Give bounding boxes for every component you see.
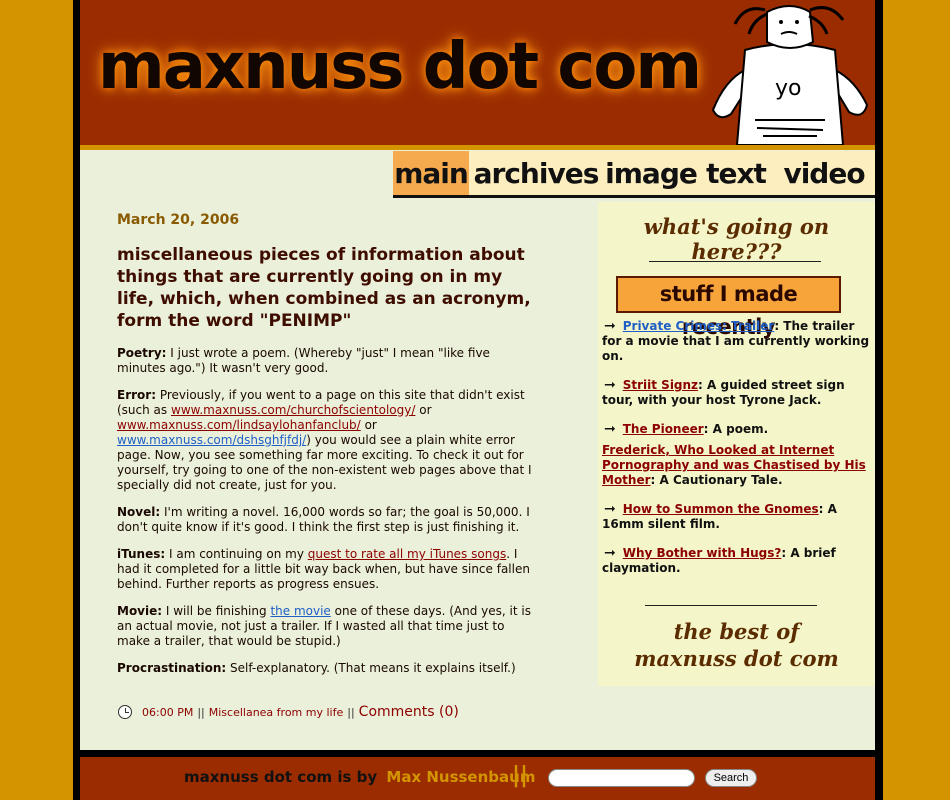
list-item-desc: : A Cautionary Tale. xyxy=(650,473,783,487)
novel-label: Novel: xyxy=(117,505,161,519)
itunes-label: iTunes: xyxy=(117,547,166,561)
list-item: ➞ Private Crimes: Trailer: The trailer fo… xyxy=(602,319,872,364)
post-date: March 20, 2006 xyxy=(117,212,240,228)
error-text-3: or xyxy=(364,418,377,432)
procrastination-label: Procrastination: xyxy=(117,661,227,675)
best-of-heading[interactable]: the best of maxnuss dot com xyxy=(598,618,875,672)
movie-paragraph: Movie: I will be finishing the movie one… xyxy=(117,604,532,649)
best-of-line-1: the best of xyxy=(673,619,800,644)
mascot-shirt-text: yo xyxy=(775,76,801,101)
list-item: Frederick, Who Looked at Internet Pornog… xyxy=(602,443,872,488)
the-pioneer-link[interactable]: The Pioneer xyxy=(623,422,704,436)
movie-label: Movie: xyxy=(117,604,163,618)
mascot-illustration: yo xyxy=(711,5,869,145)
site-title[interactable]: maxnuss dot com xyxy=(98,30,702,104)
site-header: maxnuss dot com yo xyxy=(80,0,875,145)
comments-link[interactable]: Comments (0) xyxy=(359,704,459,720)
meta-separator: || xyxy=(197,705,205,719)
blog-post: March 20, 2006 miscellaneous pieces of i… xyxy=(117,213,532,688)
tab-text[interactable]: text xyxy=(699,151,773,195)
list-item: ➞ The Pioneer: A poem. xyxy=(602,422,872,437)
procrastination-text: Self-explanatory. (That means it explain… xyxy=(229,661,516,675)
private-crimes-link[interactable]: Private Crimes: Trailer xyxy=(623,319,775,333)
sidebar: what's going on here??? stuff I made rec… xyxy=(598,202,875,686)
sidebar-rule xyxy=(645,605,817,606)
novel-paragraph: Novel: I'm writing a novel. 16,000 words… xyxy=(117,505,532,535)
tab-archives[interactable]: archives xyxy=(469,151,603,195)
arrow-icon: ➞ xyxy=(604,318,616,334)
sidebar-heading[interactable]: what's going on here??? xyxy=(598,214,875,264)
arrow-icon: ➞ xyxy=(604,377,616,393)
footer-byline-text: maxnuss dot com is by xyxy=(184,768,378,786)
novel-text: I'm writing a novel. 16,000 words so far… xyxy=(117,505,530,534)
main-nav: main archives image text video xyxy=(393,151,875,198)
procrastination-paragraph: Procrastination: Self-explanatory. (That… xyxy=(117,661,532,676)
error-paragraph: Error: Previously, if you went to a page… xyxy=(117,388,532,493)
search-input[interactable] xyxy=(548,769,695,787)
post-title: miscellaneous pieces of information abou… xyxy=(117,245,531,331)
tab-image[interactable]: image xyxy=(603,151,699,195)
why-bother-hugs-link[interactable]: Why Bother with Hugs? xyxy=(623,546,782,560)
error-text-2: or xyxy=(419,403,432,417)
search-button[interactable]: Search xyxy=(705,769,757,787)
poetry-text: I just wrote a poem. (Whereby "just" I m… xyxy=(117,346,490,375)
summon-gnomes-link[interactable]: How to Summon the Gnomes xyxy=(623,502,819,516)
list-item-desc: : A poem. xyxy=(703,422,769,436)
footer-byline: maxnuss dot com is by Max Nussenbaum xyxy=(184,768,535,786)
the-movie-link[interactable]: the movie xyxy=(270,604,330,618)
itunes-quest-link[interactable]: quest to rate all my iTunes songs xyxy=(308,547,506,561)
movie-text-1: I will be finishing xyxy=(165,604,267,618)
best-of-line-2: maxnuss dot com xyxy=(634,646,839,671)
sidebar-rule xyxy=(649,261,821,262)
footer-separator: || xyxy=(512,763,529,788)
stuff-made-recently-title: stuff I made recently xyxy=(616,276,841,339)
error-link-scientology[interactable]: www.maxnuss.com/churchofscientology/ xyxy=(171,403,415,417)
site-footer: maxnuss dot com is by Max Nussenbaum || … xyxy=(80,757,875,800)
post-meta: 06:00 PM || Miscellanea from my life || … xyxy=(118,704,459,720)
list-item: ➞ How to Summon the Gnomes: A 16mm silent… xyxy=(602,502,872,532)
tab-main[interactable]: main xyxy=(393,151,469,195)
post-category-link[interactable]: Miscellanea from my life xyxy=(209,706,344,719)
error-label: Error: xyxy=(117,388,156,402)
striit-signz-link[interactable]: Striit Signz xyxy=(623,378,698,392)
list-item: ➞ Why Bother with Hugs?: A brief claymati… xyxy=(602,546,872,576)
poetry-label: Poetry: xyxy=(117,346,167,360)
itunes-text-1: I am continuing on my xyxy=(168,547,304,561)
clock-icon xyxy=(118,705,132,719)
error-link-lindsay[interactable]: www.maxnuss.com/lindsaylohanfanclub/ xyxy=(117,418,361,432)
list-item: ➞ Striit Signz: A guided street sign tour… xyxy=(602,378,872,408)
tab-video[interactable]: video xyxy=(773,151,875,195)
error-link-dshsg[interactable]: www.maxnuss.com/dshsghfjfdj/ xyxy=(117,433,306,447)
arrow-icon: ➞ xyxy=(604,501,616,517)
itunes-paragraph: iTunes: I am continuing on my quest to r… xyxy=(117,547,532,592)
post-time[interactable]: 06:00 PM xyxy=(142,706,193,719)
meta-separator: || xyxy=(347,705,355,719)
arrow-icon: ➞ xyxy=(604,421,616,437)
arrow-icon: ➞ xyxy=(604,545,616,561)
recent-stuff-list: ➞ Private Crimes: Trailer: The trailer fo… xyxy=(602,319,872,590)
poetry-paragraph: Poetry: I just wrote a poem. (Whereby "j… xyxy=(117,346,532,376)
